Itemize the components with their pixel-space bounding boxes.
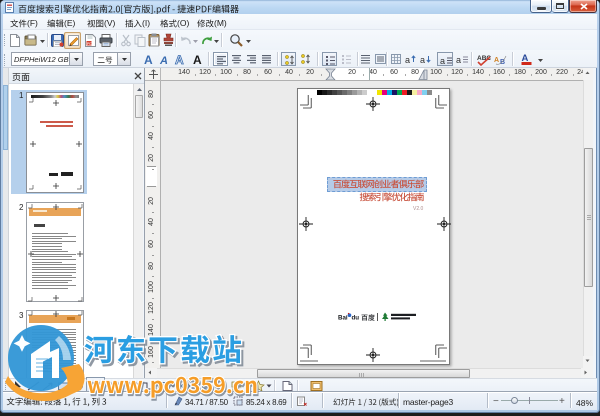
svg-text:a: a <box>456 55 461 65</box>
svg-text:A: A <box>193 53 202 65</box>
svg-text:B: B <box>500 59 505 66</box>
svg-text:PDF: PDF <box>87 41 96 46</box>
svg-text:A: A <box>159 55 168 65</box>
svg-text:Bai: Bai <box>338 315 348 322</box>
svg-text:A: A <box>175 53 184 65</box>
svg-text:du: du <box>352 315 360 322</box>
svg-text:A: A <box>144 53 153 65</box>
svg-text:a: a <box>420 55 425 65</box>
svg-text:a: a <box>405 55 410 65</box>
svg-text:A: A <box>494 57 499 64</box>
svg-text:a: a <box>440 56 445 66</box>
